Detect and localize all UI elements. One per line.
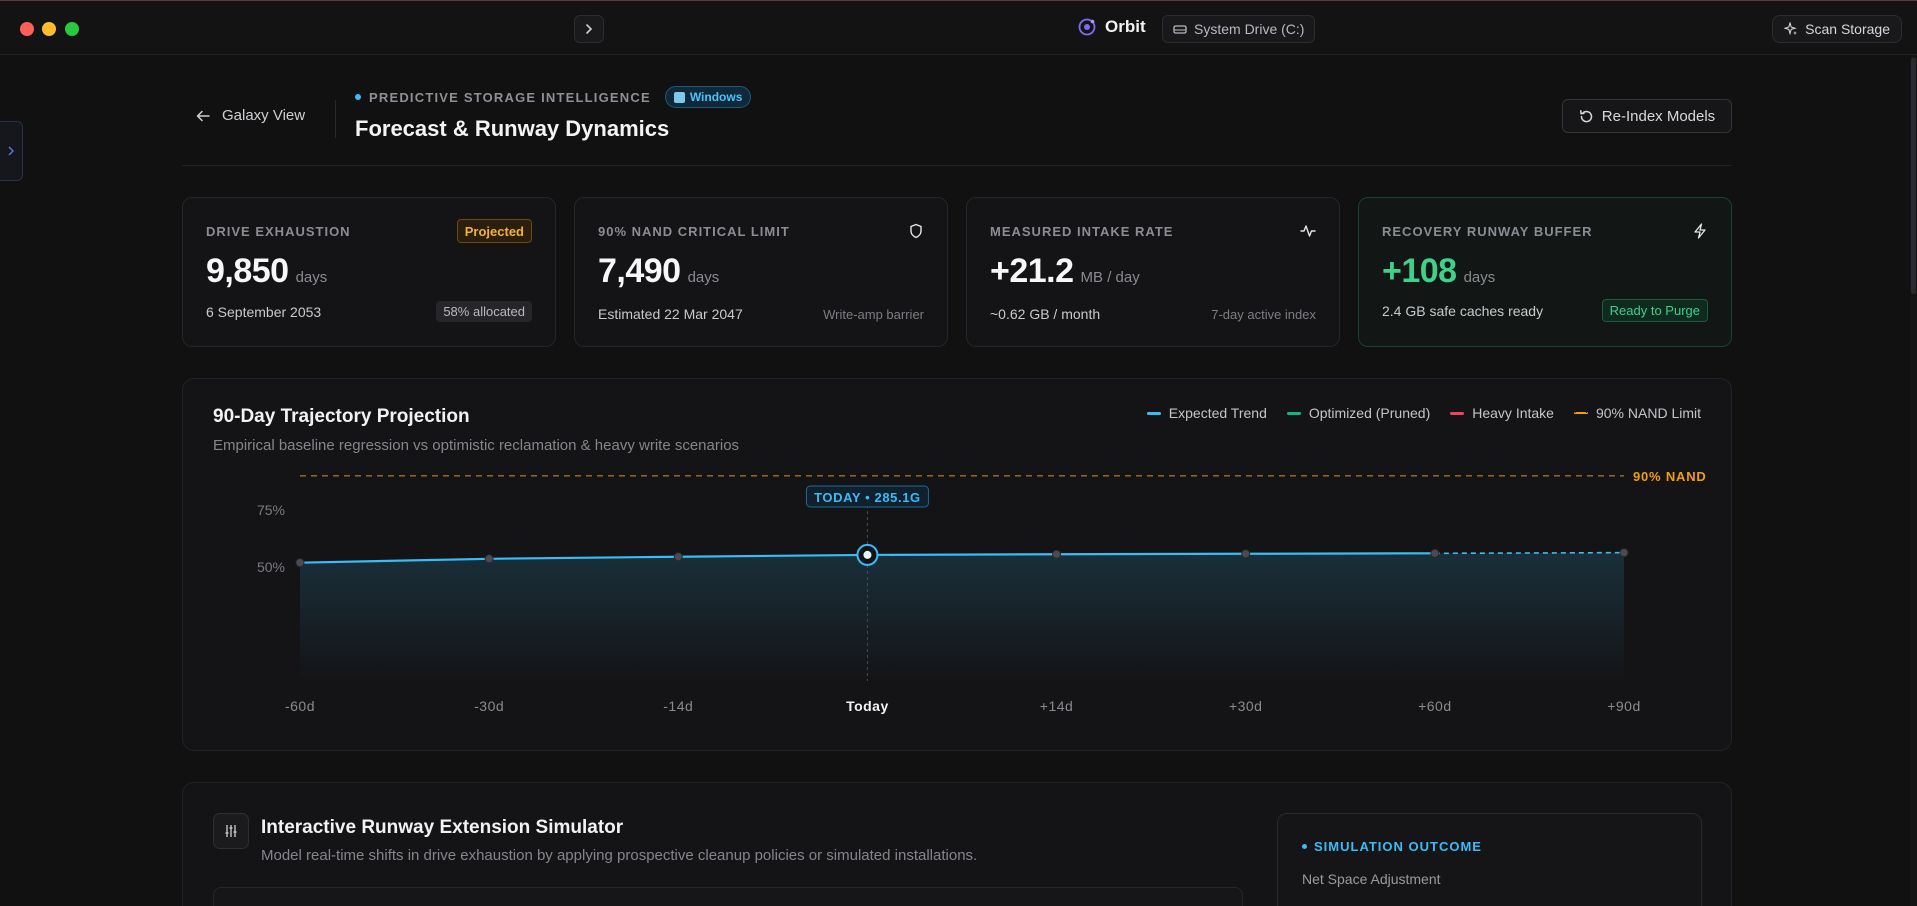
drive-selector[interactable]: System Drive (C:) xyxy=(1162,15,1316,43)
card-label: DRIVE EXHAUSTION xyxy=(206,223,351,239)
simulation-outcome-text: SIMULATION OUTCOME xyxy=(1314,839,1482,854)
card-foot-note: 7-day active index xyxy=(1211,306,1316,322)
projected-badge: Projected xyxy=(456,219,532,243)
simulator-subtitle: Model real-time shifts in drive exhausti… xyxy=(261,847,978,864)
page-title: Forecast & Runway Dynamics xyxy=(355,116,670,141)
card-foot-text: 2.4 GB safe caches ready xyxy=(1382,302,1544,319)
chevron-right-icon xyxy=(8,146,14,156)
status-dot xyxy=(1302,844,1307,849)
x-tick-label: Today xyxy=(846,698,889,714)
x-tick-label: +14d xyxy=(1040,698,1074,714)
card-foot-text: ~0.62 GB / month xyxy=(990,306,1101,322)
reindex-models-button[interactable]: Re-Index Models xyxy=(1562,99,1732,133)
today-callout-label: TODAY • 285.1G xyxy=(814,490,921,505)
data-point xyxy=(1430,548,1440,558)
orbit-logo-icon xyxy=(1078,18,1096,36)
windows-icon xyxy=(673,91,685,103)
trajectory-chart[interactable]: 75% 50% 90% NAND TODAY • 285.1G -60d -30d -14d… xyxy=(183,379,1733,752)
data-point xyxy=(673,552,683,562)
status-dot xyxy=(355,94,361,100)
drive-exhaustion-card: DRIVE EXHAUSTION Projected 9,850 days 6 … xyxy=(182,197,556,347)
runway-simulator-card: Interactive Runway Extension Simulator M… xyxy=(182,782,1732,906)
runway-buffer-card: RECOVERY RUNWAY BUFFER +108 days 2.4 GB … xyxy=(1358,197,1732,347)
os-badge: Windows xyxy=(664,86,752,108)
section-eyebrow: PREDICTIVE STORAGE INTELLIGENCE Windows xyxy=(355,86,752,108)
data-point xyxy=(1052,549,1062,559)
scrollbar-thumb[interactable] xyxy=(1911,58,1916,294)
refresh-icon xyxy=(1579,109,1592,122)
close-window-button[interactable] xyxy=(20,22,34,36)
hard-drive-icon xyxy=(1173,25,1187,34)
ready-to-purge-badge[interactable]: Ready to Purge xyxy=(1601,299,1708,322)
x-tick-label: +60d xyxy=(1418,698,1452,714)
x-tick-label: -14d xyxy=(663,698,693,714)
drive-selector-label: System Drive (C:) xyxy=(1194,21,1305,37)
app-brand: Orbit xyxy=(1077,17,1146,37)
y-tick-label: 50% xyxy=(257,559,285,575)
card-unit: days xyxy=(687,269,720,286)
expected-trend-area xyxy=(300,552,1624,681)
card-value: +21.2 xyxy=(990,252,1074,290)
maximize-window-button[interactable] xyxy=(65,22,79,36)
shield-icon xyxy=(910,223,922,239)
arrow-left-icon xyxy=(196,110,210,121)
card-unit: days xyxy=(295,269,328,286)
back-link[interactable]: Galaxy View xyxy=(196,107,305,124)
card-value: +108 xyxy=(1382,252,1457,290)
intake-rate-card: MEASURED INTAKE RATE +21.2 MB / day ~0.6… xyxy=(966,197,1340,347)
lightning-icon xyxy=(1694,223,1706,239)
minimize-window-button[interactable] xyxy=(42,22,56,36)
card-value: 9,850 xyxy=(206,252,289,290)
card-label: MEASURED INTAKE RATE xyxy=(990,223,1174,239)
data-point xyxy=(1241,549,1251,559)
reindex-models-label: Re-Index Models xyxy=(1601,107,1716,125)
data-point xyxy=(1619,548,1629,558)
simulator-title: Interactive Runway Extension Simulator xyxy=(261,817,624,838)
eyebrow-text: PREDICTIVE STORAGE INTELLIGENCE xyxy=(369,89,651,105)
simulator-controls-panel xyxy=(213,887,1243,906)
y-tick-label: 75% xyxy=(257,502,285,518)
scan-storage-label: Scan Storage xyxy=(1805,21,1890,37)
card-unit: days xyxy=(1463,269,1496,286)
card-value: 7,490 xyxy=(598,252,681,290)
sliders-icon xyxy=(213,813,249,849)
os-badge-label: Windows xyxy=(689,90,743,104)
chevron-right-icon xyxy=(586,24,593,34)
card-foot-text: 6 September 2053 xyxy=(206,303,322,320)
sparkles-icon xyxy=(1784,22,1798,36)
back-link-label: Galaxy View xyxy=(222,107,306,124)
app-name: Orbit xyxy=(1105,17,1146,36)
x-tick-label: +90d xyxy=(1607,698,1641,714)
simulation-outcome-label: SIMULATION OUTCOME xyxy=(1302,839,1482,854)
nand-threshold-label: 90% NAND xyxy=(1633,469,1707,484)
trajectory-chart-card: 90-Day Trajectory Projection Empirical b… xyxy=(182,378,1732,751)
x-tick-label: +30d xyxy=(1229,698,1263,714)
header-separator xyxy=(182,165,1732,166)
data-point xyxy=(484,554,494,564)
title-bar: Orbit System Drive (C:) Scan Storage xyxy=(0,0,1917,55)
card-foot-note: Write-amp barrier xyxy=(823,306,924,322)
net-space-adjustment-label: Net Space Adjustment xyxy=(1302,871,1441,887)
simulation-outcome-panel: SIMULATION OUTCOME Net Space Adjustment xyxy=(1277,813,1702,906)
card-unit: MB / day xyxy=(1080,269,1140,286)
card-foot-text: Estimated 22 Mar 2047 xyxy=(598,306,743,322)
sidebar-toggle-button[interactable] xyxy=(574,15,604,43)
activity-icon xyxy=(1300,225,1316,237)
x-tick-label: -30d xyxy=(474,698,504,714)
allocation-badge: 58% allocated xyxy=(436,301,532,322)
data-point xyxy=(295,558,305,568)
card-label: 90% NAND CRITICAL LIMIT xyxy=(598,223,790,239)
nand-limit-card: 90% NAND CRITICAL LIMIT 7,490 days Estim… xyxy=(574,197,948,347)
card-label: RECOVERY RUNWAY BUFFER xyxy=(1382,223,1593,239)
data-point-today-core xyxy=(863,550,872,559)
x-tick-label: -60d xyxy=(285,698,315,714)
scan-storage-button[interactable]: Scan Storage xyxy=(1772,15,1902,43)
side-panel-toggle[interactable] xyxy=(0,121,23,181)
header-divider xyxy=(335,100,336,138)
